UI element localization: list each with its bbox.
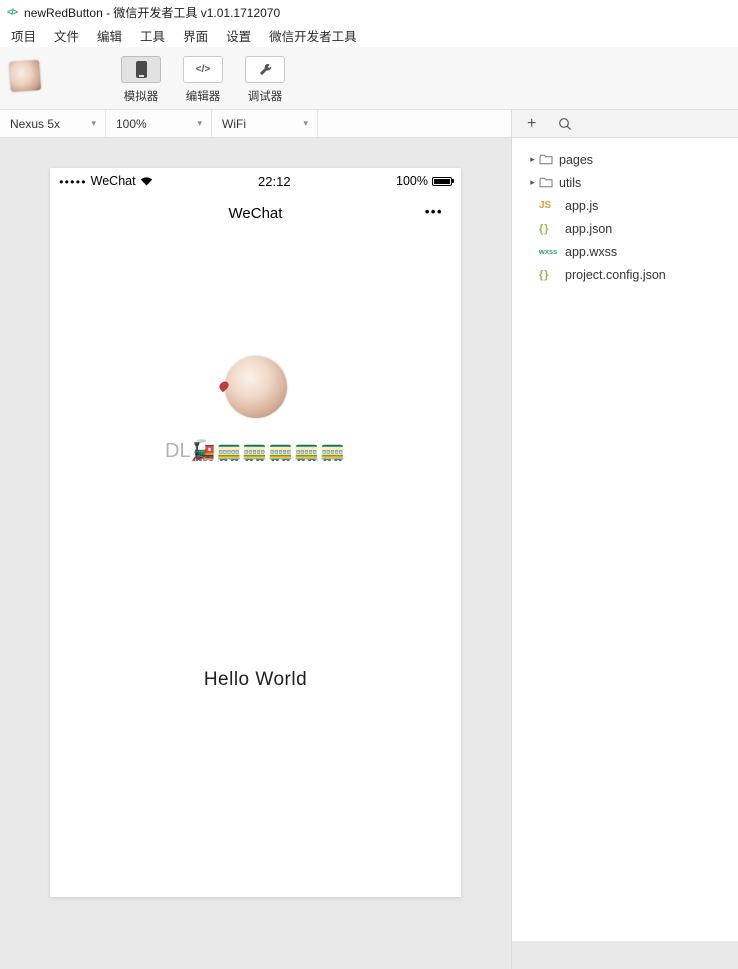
more-menu-icon[interactable]: ••• (425, 204, 443, 219)
chevron-down-icon: ▾ (91, 118, 96, 128)
file-name: project.config.json (565, 267, 666, 282)
train-label: DL (165, 440, 191, 462)
device-select-value: Nexus 5x (10, 116, 61, 131)
toolbar: 模拟器 </> 编辑器 调试器 (0, 47, 738, 110)
devicebar-spacer (318, 110, 511, 137)
train-text: DL🚂🚃🚃🚃🚃🚃 (50, 438, 461, 464)
search-icon[interactable] (558, 117, 572, 131)
folder-icon (539, 177, 553, 188)
chevron-down-icon: ▾ (303, 118, 308, 128)
tree-file-appjs[interactable]: JS app.js (512, 194, 738, 217)
simulator-button[interactable]: 模拟器 (117, 56, 165, 104)
file-tree: ▸ pages ▸ utils JS app.js {} app.json wx… (512, 138, 738, 286)
battery-percent-label: 100% (396, 174, 428, 188)
file-pane-bottom-strip (512, 941, 738, 969)
tree-file-appwxss[interactable]: wxss app.wxss (512, 240, 738, 263)
greeting-text: Hello World (203, 669, 308, 690)
titlebar: </> newRedButton - 微信开发者工具 v1.01.1712070 (0, 0, 738, 24)
add-file-button[interactable]: + (527, 115, 536, 133)
tree-file-appjson[interactable]: {} app.json (512, 217, 738, 240)
file-name: app.wxss (565, 244, 618, 259)
battery-icon (432, 176, 454, 186)
clock-label: 22:12 (258, 173, 291, 189)
devicebar: Nexus 5x ▾ 100% ▾ WiFi ▾ + (0, 110, 738, 138)
tree-folder-pages[interactable]: ▸ pages (512, 148, 738, 171)
simulator-label: 模拟器 (123, 91, 159, 103)
app-logo-icon: </> (7, 7, 18, 17)
signal-dots-icon: ●●●●● (59, 176, 87, 186)
menu-settings[interactable]: 设置 (217, 26, 260, 45)
profile-avatar[interactable] (224, 356, 287, 418)
zoom-select-value: 100% (116, 116, 147, 131)
folder-icon (539, 154, 553, 165)
toolbar-button-group: 模拟器 </> 编辑器 调试器 (117, 56, 289, 104)
menu-devtools[interactable]: 微信开发者工具 (260, 26, 366, 45)
network-select-value: WiFi (222, 116, 246, 131)
statusbar-right: 100% (396, 174, 454, 188)
folder-name: utils (559, 175, 582, 190)
user-avatar[interactable] (8, 59, 42, 93)
phone-icon (121, 56, 161, 83)
main-area: ●●●●● WeChat 22:12 100% WeChat ••• DL🚂🚃🚃… (0, 138, 738, 969)
wrench-icon (245, 56, 285, 83)
wifi-icon (140, 177, 152, 186)
file-name: app.js (565, 198, 599, 213)
tree-file-projectconfig[interactable]: {} project.config.json (512, 263, 738, 286)
file-name: app.json (565, 221, 613, 236)
phone-preview: ●●●●● WeChat 22:12 100% WeChat ••• DL🚂🚃🚃… (50, 168, 461, 897)
menu-tools[interactable]: 工具 (131, 26, 174, 45)
simulator-pane: ●●●●● WeChat 22:12 100% WeChat ••• DL🚂🚃🚃… (0, 138, 511, 969)
file-panel-header: + (511, 110, 738, 137)
folder-name: pages (559, 152, 594, 167)
editor-label: 编辑器 (185, 91, 221, 103)
menu-edit[interactable]: 编辑 (88, 26, 131, 45)
menu-file[interactable]: 文件 (45, 26, 88, 45)
carrier-label: WeChat (90, 174, 136, 188)
debugger-button[interactable]: 调试器 (241, 56, 289, 104)
tree-folder-utils[interactable]: ▸ utils (512, 171, 738, 194)
debugger-label: 调试器 (247, 91, 283, 103)
page-title: WeChat (228, 204, 283, 222)
network-select[interactable]: WiFi ▾ (212, 110, 318, 137)
expand-arrow-icon[interactable]: ▸ (526, 177, 539, 188)
device-select[interactable]: Nexus 5x ▾ (0, 110, 106, 137)
file-tree-pane: ▸ pages ▸ utils JS app.js {} app.json wx… (511, 138, 738, 969)
menubar: 项目 文件 编辑 工具 界面 设置 微信开发者工具 (0, 24, 738, 47)
json-file-icon: {} (539, 268, 550, 281)
editor-button[interactable]: </> 编辑器 (179, 56, 227, 104)
page-content: DL🚂🚃🚃🚃🚃🚃 Hello World (50, 356, 461, 691)
json-file-icon: {} (539, 222, 550, 235)
devicebar-left: Nexus 5x ▾ 100% ▾ WiFi ▾ (0, 110, 511, 137)
phone-navbar: WeChat ••• (50, 194, 461, 232)
zoom-select[interactable]: 100% ▾ (106, 110, 212, 137)
code-icon: </> (183, 56, 223, 83)
wxss-file-icon: wxss (539, 247, 558, 256)
train-emoji-row: 🚂🚃🚃🚃🚃🚃 (190, 440, 346, 462)
expand-arrow-icon[interactable]: ▸ (526, 154, 539, 165)
phone-statusbar: ●●●●● WeChat 22:12 100% (50, 168, 461, 194)
chevron-down-icon: ▾ (197, 118, 202, 128)
menu-view[interactable]: 界面 (174, 26, 217, 45)
menu-project[interactable]: 项目 (2, 26, 45, 45)
statusbar-left: ●●●●● WeChat (59, 174, 153, 188)
window-title: newRedButton - 微信开发者工具 v1.01.1712070 (24, 5, 281, 20)
js-file-icon: JS (539, 200, 552, 211)
